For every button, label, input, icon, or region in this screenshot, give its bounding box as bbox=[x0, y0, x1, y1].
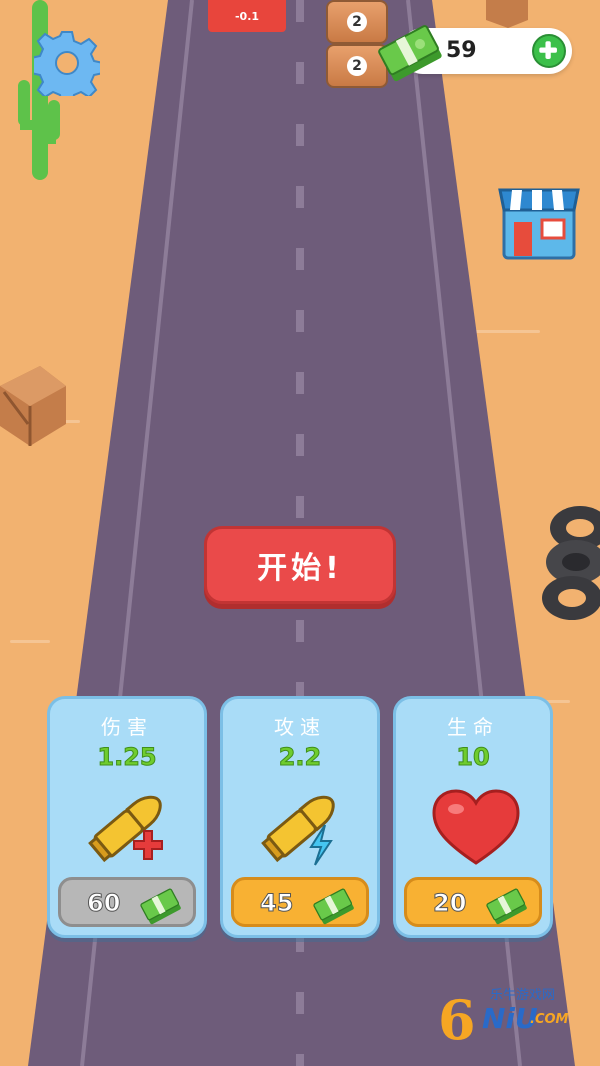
upgrade-value: 10 bbox=[456, 743, 490, 772]
barrel-value: 2 bbox=[347, 56, 367, 76]
upgrade-value: 1.25 bbox=[97, 743, 157, 772]
upgrade-title: 攻速 bbox=[274, 715, 326, 739]
watermark-number: 6 bbox=[438, 988, 476, 1052]
upgrade-price: 20 bbox=[432, 889, 467, 918]
upgrade-price: 60 bbox=[86, 889, 121, 918]
upgrade-card-damage: 伤害 1.25 60 bbox=[47, 696, 207, 938]
buy-attack-speed-button[interactable]: 45 bbox=[231, 877, 369, 927]
upgrade-title: 生命 bbox=[447, 715, 499, 739]
upgrade-value: 2.2 bbox=[278, 743, 322, 772]
money-amount: 59 bbox=[446, 38, 477, 63]
crate-icon bbox=[486, 0, 528, 28]
heart-icon bbox=[432, 789, 520, 865]
upgrade-price: 45 bbox=[259, 889, 294, 918]
upgrade-title: 伤害 bbox=[101, 715, 153, 739]
cash-icon bbox=[378, 25, 442, 82]
start-button[interactable]: 开始! bbox=[204, 526, 396, 604]
plus-icon[interactable] bbox=[532, 34, 566, 68]
bullet-plus-icon bbox=[88, 795, 163, 863]
cash-icon bbox=[313, 888, 354, 925]
barrel-value: 2 bbox=[347, 12, 367, 32]
watermark-site-name: 乐牛游戏网 bbox=[490, 988, 556, 1003]
cash-icon bbox=[140, 888, 181, 925]
upgrade-card-attack-speed: 攻速 2.2 45 bbox=[220, 696, 380, 938]
buy-health-button[interactable]: 20 bbox=[404, 877, 542, 927]
crate-icon bbox=[0, 366, 66, 446]
watermark-logo: 6 乐牛游戏网 NiU .COM bbox=[438, 978, 578, 1052]
gear-icon[interactable] bbox=[34, 30, 100, 96]
shop-icon[interactable] bbox=[498, 184, 580, 260]
bullet-lightning-icon bbox=[261, 795, 335, 866]
cash-icon bbox=[486, 888, 527, 925]
upgrade-card-health: 生命 10 20 bbox=[393, 696, 553, 938]
watermark-domain: .COM bbox=[530, 1012, 569, 1027]
gate-value: -0.1 bbox=[234, 9, 260, 23]
buy-damage-button[interactable]: 60 bbox=[58, 877, 196, 927]
tires-icon bbox=[542, 506, 600, 620]
gate-block: -0.1 bbox=[208, 0, 286, 32]
